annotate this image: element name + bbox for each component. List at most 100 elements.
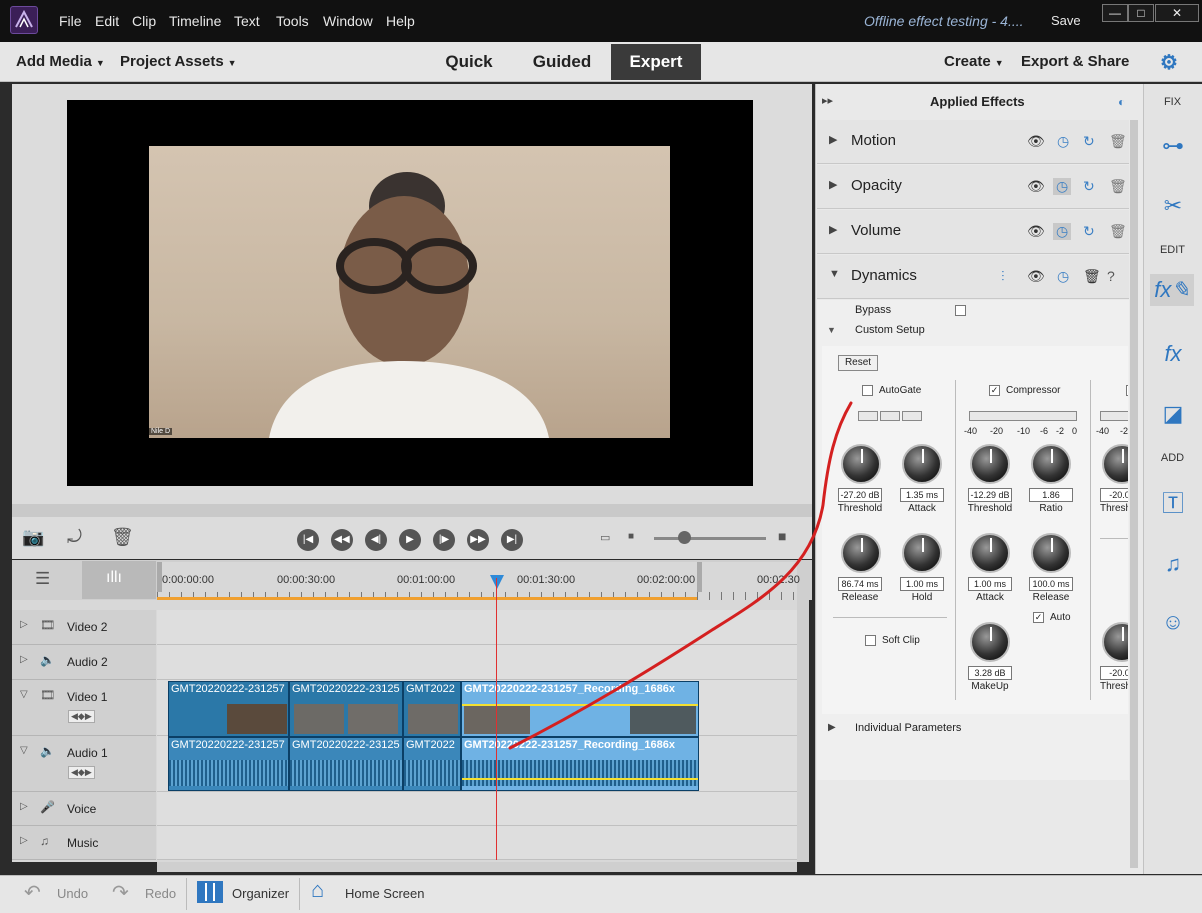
settings-gear-icon[interactable]: ⚙ — [1160, 50, 1178, 75]
track-header-music[interactable]: ▷ ♫ Music — [12, 826, 156, 860]
menu-text[interactable]: Text — [234, 13, 260, 29]
undo-button[interactable]: Undo — [57, 886, 88, 901]
collapse-panel-icon[interactable]: ▸▸ — [822, 94, 833, 107]
titles-icon[interactable]: 🅃 — [1155, 488, 1191, 520]
lane-video2[interactable] — [157, 610, 797, 645]
collapse-triangle-icon[interactable]: ▽ — [20, 745, 28, 756]
gate-hold-knob[interactable] — [902, 533, 942, 573]
collapse-triangle-icon[interactable]: ▽ — [20, 689, 28, 700]
menu-timeline[interactable]: Timeline — [169, 13, 221, 29]
comp-release-knob[interactable] — [1031, 533, 1071, 573]
collapse-triangle-icon[interactable]: ▼ — [827, 325, 836, 335]
comp-attack-value[interactable]: 1.00 ms — [968, 577, 1012, 591]
mode-quick-tab[interactable]: Quick — [436, 44, 502, 80]
add-media-menu[interactable]: Add Media ▼ — [16, 53, 105, 70]
mode-guided-tab[interactable]: Guided — [522, 44, 602, 80]
effect-row-volume[interactable]: ▶ Volume 👁 ◷ ↻ 🗑 — [817, 210, 1129, 254]
home-icon[interactable]: ⌂ — [311, 877, 324, 903]
transitions-icon[interactable]: ◪ — [1155, 398, 1191, 430]
redo-icon[interactable]: ↷ — [112, 880, 129, 905]
timeline-vertical-scrollbar[interactable] — [797, 600, 809, 862]
expand-triangle-icon[interactable]: ▷ — [20, 801, 28, 812]
keyframe-nav-icon[interactable]: ◀◆▶ — [68, 766, 95, 779]
video-clip[interactable]: GMT20220222-23125 — [289, 681, 403, 737]
keyframe-nav-icon[interactable]: ◀◆▶ — [68, 710, 95, 723]
step-forward-icon[interactable]: |▶ — [433, 529, 455, 551]
menu-window[interactable]: Window — [323, 13, 373, 29]
track-header-video1[interactable]: ▽ 🎞 Video 1 ◀◆▶ — [12, 680, 156, 736]
project-assets-menu[interactable]: Project Assets ▼ — [120, 53, 237, 70]
close-button[interactable]: ✕ — [1155, 4, 1199, 22]
track-header-audio1[interactable]: ▽ 🔈 Audio 1 ◀◆▶ — [12, 736, 156, 792]
expand-triangle-icon[interactable]: ▶ — [829, 133, 837, 146]
zoom-slider[interactable] — [654, 537, 766, 540]
autogate-checkbox[interactable] — [862, 385, 873, 396]
lane-audio2[interactable] — [157, 645, 797, 680]
stopwatch-icon[interactable]: ◷ — [1053, 178, 1072, 195]
opacity-rubberband[interactable] — [462, 704, 698, 706]
minimize-button[interactable]: — — [1102, 4, 1128, 22]
track-menu-icon[interactable]: ☰ — [35, 569, 50, 589]
create-menu[interactable]: Create ▼ — [944, 53, 1004, 70]
maximize-button[interactable]: □ — [1128, 4, 1154, 22]
zoom-in-icon[interactable]: ■ — [778, 528, 786, 544]
export-share-menu[interactable]: Export & Share — [1021, 53, 1129, 70]
menu-tools[interactable]: Tools — [276, 13, 309, 29]
work-area-end-handle[interactable] — [697, 562, 702, 592]
expand-triangle-icon[interactable]: ▷ — [20, 835, 28, 846]
tools-icon[interactable]: ✂ — [1155, 190, 1191, 222]
track-header-audio2[interactable]: ▷ 🔈 Audio 2 — [12, 645, 156, 680]
effect-row-dynamics[interactable]: ▼ Dynamics ⫶ 👁 ◷ 🗑? — [817, 255, 1129, 299]
reset-button[interactable]: Reset — [838, 355, 878, 371]
app-logo-icon[interactable] — [10, 6, 38, 34]
expand-triangle-icon[interactable]: ▶ — [828, 722, 836, 733]
gate-threshold-knob[interactable] — [841, 444, 881, 484]
expander-threshold-value[interactable]: -20.00 — [1100, 488, 1128, 502]
graphics-smiley-icon[interactable]: ☺ — [1155, 606, 1191, 638]
lane-music[interactable] — [157, 826, 797, 860]
track-header-voice[interactable]: ▷ 🎤 Voice — [12, 792, 156, 826]
trash-icon[interactable]: 🗑 — [1109, 178, 1127, 195]
individual-parameters-label[interactable]: Individual Parameters — [855, 722, 961, 734]
effect-row-opacity[interactable]: ▶ Opacity 👁 ◷ ↻ 🗑 — [817, 165, 1129, 209]
gate-attack-value[interactable]: 1.35 ms — [900, 488, 944, 502]
audio-waveform-toggle[interactable]: ıllı — [82, 561, 156, 599]
camera-icon[interactable]: 📷 — [22, 527, 44, 548]
soft-clip-checkbox[interactable] — [865, 635, 876, 646]
stopwatch-icon[interactable]: ◐ — [1118, 95, 1125, 109]
audio-clip[interactable]: GMT20220222-23125 — [289, 737, 403, 791]
stopwatch-icon[interactable]: ◷ — [1053, 223, 1072, 240]
expand-triangle-icon[interactable]: ▷ — [20, 619, 28, 630]
undo-icon[interactable]: ↶ — [24, 880, 41, 905]
work-area-start-handle[interactable] — [157, 562, 162, 592]
eye-icon[interactable]: 👁 — [1027, 178, 1045, 195]
eye-icon[interactable]: 👁 — [1027, 223, 1045, 240]
save-button[interactable]: Save — [1051, 13, 1081, 28]
gate-hold-value[interactable]: 1.00 ms — [900, 577, 944, 591]
gate-attack-knob[interactable] — [902, 444, 942, 484]
stopwatch-icon[interactable]: ◷ — [1057, 268, 1069, 285]
gate-threshold-value[interactable]: -27.20 dB — [838, 488, 882, 502]
zoom-slider-handle[interactable] — [678, 531, 691, 544]
effects-scrollbar[interactable] — [1130, 120, 1138, 868]
expander-threshold2-value[interactable]: -20.00 — [1100, 666, 1128, 680]
makeup-knob[interactable] — [970, 622, 1010, 662]
monitor-small-icon[interactable]: ▭ — [600, 531, 610, 544]
reset-icon[interactable]: ↻ — [1083, 133, 1095, 150]
menu-file[interactable]: File — [59, 13, 82, 29]
organizer-grid-icon[interactable] — [197, 881, 223, 903]
track-header-video2[interactable]: ▷ 🎞 Video 2 — [12, 610, 156, 645]
go-to-start-icon[interactable]: |◀ — [297, 529, 319, 551]
gate-release-knob[interactable] — [841, 533, 881, 573]
menu-help[interactable]: Help — [386, 13, 415, 29]
comp-threshold-knob[interactable] — [970, 444, 1010, 484]
zoom-out-icon[interactable]: ■ — [628, 531, 634, 542]
trash-icon[interactable]: 🗑 — [111, 527, 134, 548]
lane-voice[interactable] — [157, 792, 797, 826]
menu-clip[interactable]: Clip — [132, 13, 156, 29]
music-icon[interactable]: ♫ — [1155, 548, 1191, 580]
rewind-icon[interactable]: ◀◀ — [331, 529, 353, 551]
monitor-divider[interactable] — [12, 504, 812, 517]
volume-rubberband[interactable] — [462, 778, 698, 780]
menu-edit[interactable]: Edit — [95, 13, 119, 29]
